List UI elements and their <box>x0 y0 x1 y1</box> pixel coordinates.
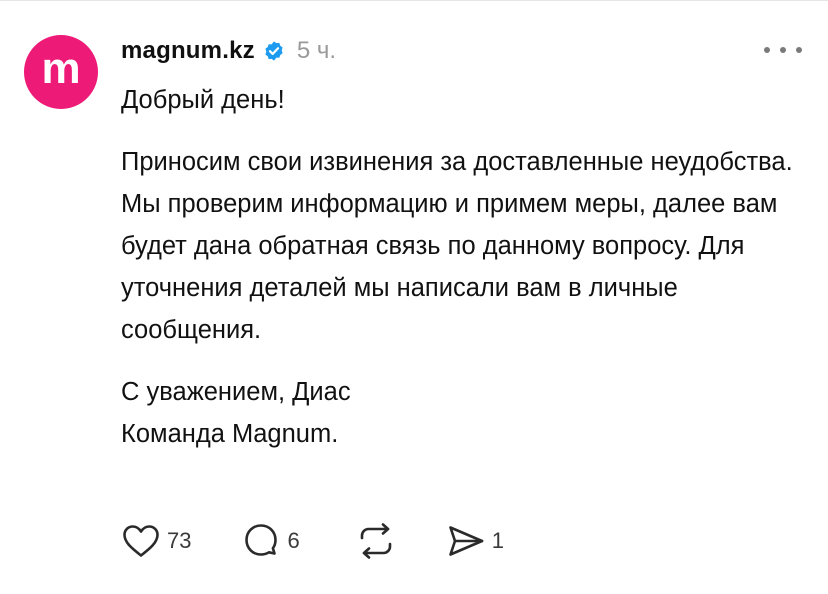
magnum-logo-icon: m <box>41 54 80 90</box>
like-count: 73 <box>167 528 192 553</box>
post-greeting: Добрый день! <box>121 86 285 114</box>
verified-badge-icon <box>263 40 285 62</box>
reply-count: 6 <box>287 528 300 553</box>
share-button[interactable]: 1 <box>446 522 504 560</box>
post-body: Добрый день! Приносим свои извинения за … <box>121 79 811 455</box>
repost-icon <box>360 523 392 559</box>
repost-button[interactable] <box>356 522 396 560</box>
post-card: m magnum.kz 5 ч. Добрый день! Приносим с… <box>0 0 828 594</box>
post-signature-line-1: С уважением, Диас <box>121 378 351 406</box>
post-signature-line-2: Команда Magnum. <box>121 420 339 448</box>
more-options-icon[interactable] <box>764 39 802 61</box>
share-count: 1 <box>491 528 504 553</box>
username[interactable]: magnum.kz <box>121 37 255 65</box>
send-icon <box>448 526 484 556</box>
reply-button[interactable]: 6 <box>241 522 300 560</box>
post-header: magnum.kz 5 ч. <box>121 34 336 68</box>
post-timestamp: 5 ч. <box>296 37 337 64</box>
post-actions: 73 6 1 <box>121 519 504 563</box>
svg-text:m: m <box>41 54 80 90</box>
avatar[interactable]: m <box>24 35 98 109</box>
heart-icon <box>123 525 159 557</box>
like-button[interactable]: 73 <box>121 523 191 559</box>
comment-bubble-icon <box>245 524 278 556</box>
post-message: Приносим свои извинения за доставленные … <box>121 148 793 344</box>
